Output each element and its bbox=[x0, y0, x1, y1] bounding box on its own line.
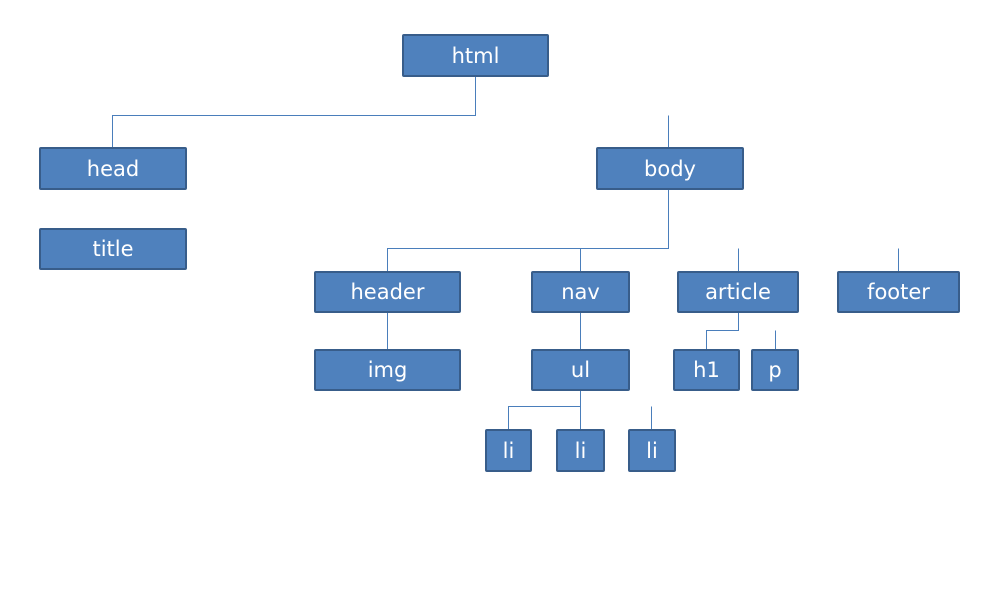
node-title: title bbox=[39, 228, 187, 270]
connector-body-children bbox=[387, 189, 899, 271]
node-h1: h1 bbox=[673, 349, 740, 391]
node-nav: nav bbox=[531, 271, 630, 313]
node-img: img bbox=[314, 349, 461, 391]
node-article: article bbox=[677, 271, 799, 313]
node-p: p bbox=[751, 349, 799, 391]
node-head: head bbox=[39, 147, 187, 190]
node-ul: ul bbox=[531, 349, 630, 391]
node-footer: footer bbox=[837, 271, 960, 313]
node-body: body bbox=[596, 147, 744, 190]
connector-html-children bbox=[112, 76, 669, 147]
node-li-2: li bbox=[556, 429, 605, 472]
node-li-3: li bbox=[628, 429, 676, 472]
connector-article-children bbox=[706, 312, 776, 349]
node-header: header bbox=[314, 271, 461, 313]
node-html: html bbox=[402, 34, 549, 77]
node-li-1: li bbox=[485, 429, 532, 472]
connector-ul-children bbox=[508, 390, 652, 429]
